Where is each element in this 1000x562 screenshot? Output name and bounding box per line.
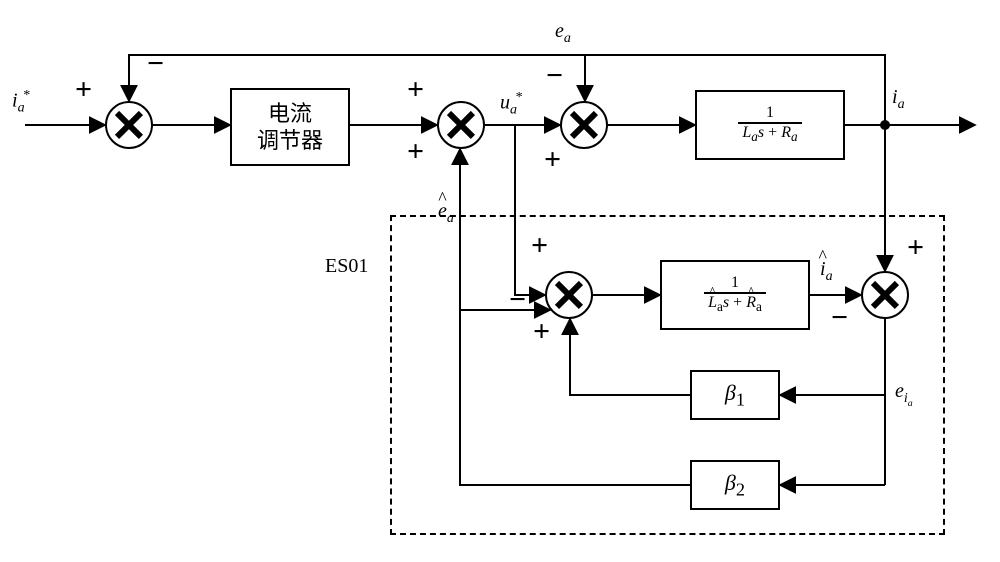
sum3-sign-left: +: [544, 145, 561, 175]
sum2-sign-left: +: [407, 75, 424, 105]
node-ia: [880, 120, 890, 130]
sum3: [560, 101, 608, 149]
block-beta2: β2: [690, 460, 780, 510]
sum4-sign-left: +: [531, 231, 548, 261]
label-ea: ea: [555, 20, 571, 47]
sum2-sign-bottom: +: [407, 137, 424, 167]
model-tf: 1 Las + Ra: [704, 274, 766, 315]
block-current-regulator: 电流调节器: [230, 88, 350, 166]
block-plant: 1 Las + Ra: [695, 90, 845, 160]
label-ia-ref: ia*: [12, 88, 30, 117]
block-model: 1 Las + Ra: [660, 260, 810, 330]
sum1: [105, 101, 153, 149]
sum5-sign-left: −: [831, 303, 848, 333]
block-beta1: β1: [690, 370, 780, 420]
eso-label: ES01: [325, 255, 368, 278]
label-eia: eia: [895, 380, 913, 409]
label-ua-ref: ua*: [500, 90, 522, 119]
sum5: [861, 271, 909, 319]
label-ia-hat: ia: [820, 258, 833, 285]
sum4-sign-minus: −: [509, 285, 526, 315]
label-ea-hat: ea: [438, 200, 454, 227]
sum4: [545, 271, 593, 319]
label-ia: ia: [892, 86, 905, 113]
current-regulator-label: 电流调节器: [257, 100, 323, 155]
sum1-sign-minus: −: [147, 49, 164, 79]
beta1-label: β1: [725, 380, 745, 410]
sum4-sign-bottom: +: [533, 317, 550, 347]
block-diagram: ia* ea ia + − 电流调节器 + + ua* − + 1 Las + …: [0, 0, 1000, 562]
sum3-sign-top: −: [546, 61, 563, 91]
plant-tf: 1 Las + Ra: [738, 104, 801, 145]
beta2-label: β2: [725, 470, 745, 500]
sum5-sign-top: +: [907, 233, 924, 263]
sum1-sign-plus: +: [75, 75, 92, 105]
sum2: [437, 101, 485, 149]
